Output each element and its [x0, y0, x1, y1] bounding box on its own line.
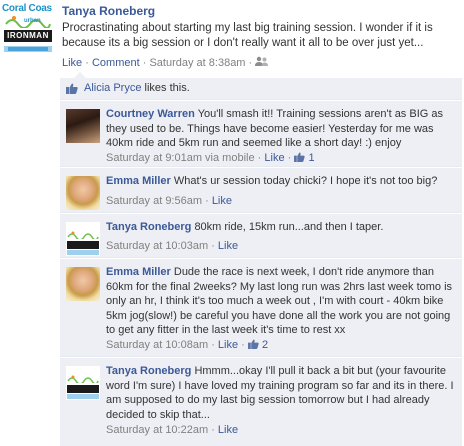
separator: ·	[211, 339, 218, 351]
separator: ·	[205, 195, 212, 207]
svg-text:urban: urban	[24, 18, 41, 24]
comment-like-link[interactable]: Like	[218, 240, 238, 252]
thumbs-up-icon	[294, 152, 306, 162]
separator: ·	[211, 424, 218, 436]
logo-wordmark: Coral Coas	[2, 3, 52, 14]
post: Coral Coas urban IRONMAN Tanya Roneberg …	[0, 0, 464, 69]
comment-meta: Saturday at 10:03am · Like	[106, 240, 238, 252]
comment-meta: Saturday at 9:01am via mobile · Like · 1	[106, 152, 315, 164]
thumbs-up-icon	[247, 339, 259, 349]
comment-author[interactable]: Emma Miller	[106, 266, 171, 278]
post-author[interactable]: Tanya Roneberg	[62, 4, 155, 18]
comment-body: Tanya Roneberg Hmmm...okay I'll pull it …	[106, 364, 456, 422]
commenter-avatar[interactable]	[66, 176, 100, 210]
likes-suffix: likes this.	[141, 82, 190, 94]
likes-bar: Alicia Pryce likes this.	[60, 78, 462, 100]
comment-author[interactable]: Courtney Warren	[106, 108, 195, 120]
comment-body: Tanya Roneberg 80km ride, 15km run...and…	[106, 220, 456, 235]
comment-link[interactable]: Comment	[92, 57, 140, 69]
comment-text: 80km ride, 15km run...and then I taper.	[194, 221, 384, 233]
comment-like-count[interactable]: 1	[308, 152, 314, 164]
likes-summary: Alicia Pryce likes this.	[84, 82, 190, 94]
comment-timestamp[interactable]: Saturday at 10:22am	[106, 424, 208, 436]
commenter-avatar[interactable]	[66, 366, 100, 400]
comment-item: Emma Miller Dude the race is next week, …	[60, 259, 462, 357]
comment-meta: Saturday at 10:22am · Like	[106, 424, 238, 436]
post-actions: Like · Comment · Saturday at 8:38am ·	[62, 56, 269, 69]
comment-body: Courtney Warren You'll smash it!! Traini…	[106, 107, 456, 151]
like-link[interactable]: Like	[62, 57, 82, 69]
comment-meta: Saturday at 10:08am · Like · 2	[106, 339, 268, 351]
comment-item: Emma Miller What's ur session today chic…	[60, 168, 462, 213]
separator: ·	[211, 240, 218, 252]
comment-timestamp[interactable]: Saturday at 10:03am	[106, 240, 208, 252]
logo-figure-icon: urban	[4, 14, 52, 28]
comment-item: Tanya Roneberg Hmmm...okay I'll pull it …	[60, 358, 462, 446]
comment-author[interactable]: Tanya Roneberg	[106, 365, 191, 377]
comment-body: Emma Miller Dude the race is next week, …	[106, 265, 456, 338]
comment-like-link[interactable]: Like	[212, 195, 232, 207]
author-avatar[interactable]: Coral Coas urban IRONMAN	[2, 2, 54, 60]
commenter-avatar[interactable]	[66, 109, 100, 143]
thumbs-up-icon	[66, 83, 78, 94]
logo-icon	[66, 366, 100, 400]
comment-item: Tanya Roneberg 80km ride, 15km run...and…	[60, 214, 462, 258]
comment-item: Courtney Warren You'll smash it!! Traini…	[60, 101, 462, 167]
comment-body: Emma Miller What's ur session today chic…	[106, 174, 456, 189]
separator: ·	[85, 57, 92, 69]
post-text: Procrastinating about starting my last b…	[62, 22, 433, 49]
comment-timestamp[interactable]: Saturday at 9:01am via mobile	[106, 152, 255, 164]
separator: ·	[248, 57, 256, 69]
comment-like-link[interactable]: Like	[264, 152, 284, 164]
separator: ·	[287, 152, 295, 164]
comment-timestamp[interactable]: Saturday at 9:56am	[106, 195, 202, 207]
comment-author[interactable]: Tanya Roneberg	[106, 221, 191, 233]
post-timestamp[interactable]: Saturday at 8:38am	[149, 57, 245, 69]
comment-like-link[interactable]: Like	[218, 339, 238, 351]
comment-like-count[interactable]: 2	[262, 339, 268, 351]
separator: ·	[241, 339, 248, 351]
commenter-avatar[interactable]	[66, 222, 100, 256]
comment-timestamp[interactable]: Saturday at 10:08am	[106, 339, 208, 351]
comment-author[interactable]: Emma Miller	[106, 175, 171, 187]
logo-tagline	[4, 44, 52, 54]
friends-audience-icon[interactable]	[255, 56, 269, 67]
comment-text: What's ur session today chicki? I hope i…	[173, 175, 438, 187]
commenter-avatar[interactable]	[66, 267, 100, 301]
comment-meta: Saturday at 9:56am · Like	[106, 195, 232, 207]
logo-icon	[66, 222, 100, 256]
logo-ironman: IRONMAN	[4, 30, 52, 42]
liker-name[interactable]: Alicia Pryce	[84, 82, 141, 94]
comment-like-link[interactable]: Like	[218, 424, 238, 436]
